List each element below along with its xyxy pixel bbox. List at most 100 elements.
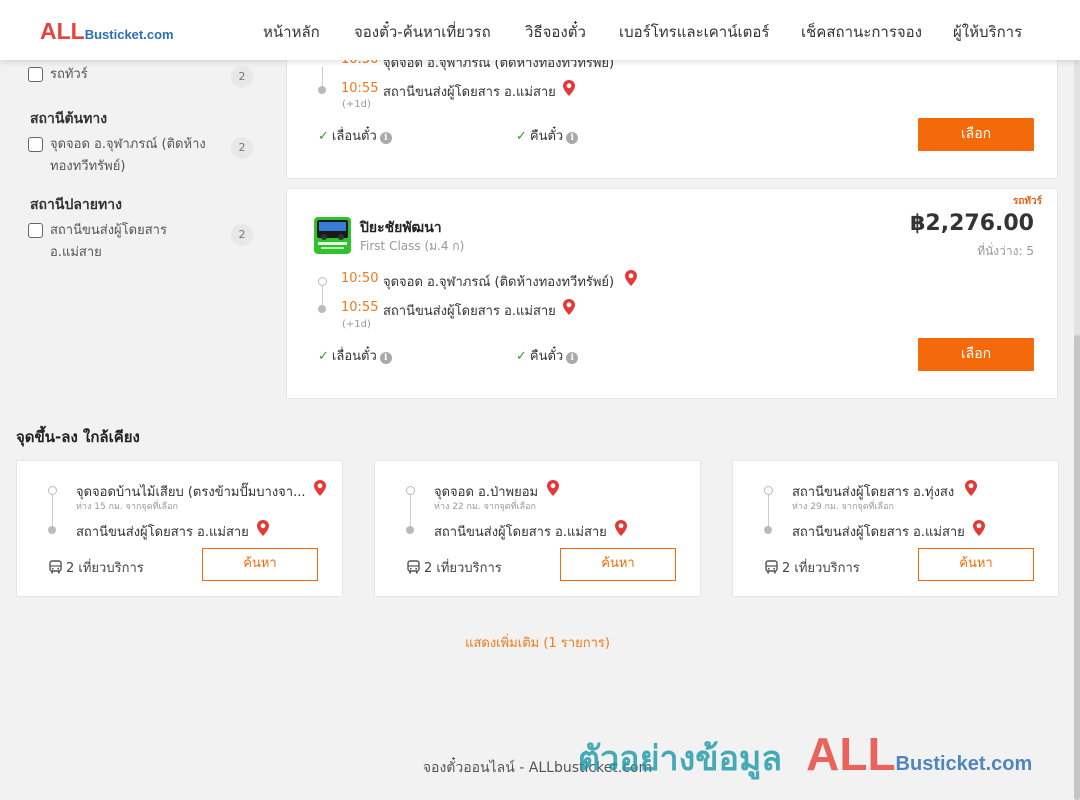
bus-type-badge: รถทัวร์	[1013, 196, 1043, 207]
postpone-label: เลื่อนตั๋ว	[331, 349, 377, 364]
nav-home[interactable]: หน้าหลัก	[263, 20, 320, 44]
nearby-to-stop: สถานีขนส่งผู้โดยสาร อ.แม่สาย	[434, 525, 607, 540]
route-line	[52, 495, 53, 527]
to-dot	[406, 526, 414, 534]
postpone-feature: ✓ เลื่อนตั๋ว i	[318, 345, 392, 366]
watermark-all: ALL	[806, 728, 896, 780]
bus-icon	[49, 560, 62, 574]
destination-filter-title: สถานีปลายทาง	[30, 197, 122, 213]
to-dot	[48, 526, 56, 534]
map-pin-icon[interactable]	[614, 519, 628, 537]
filter-label: จุดจอด อ.จุฬาภรณ์ (ติดห้างทองทวีทรัพย์)	[50, 137, 206, 174]
info-icon[interactable]: i	[566, 352, 579, 364]
info-icon[interactable]: i	[379, 132, 392, 144]
filter-count: 2	[231, 224, 253, 246]
arrive-dot	[318, 86, 326, 94]
refund-label: คืนตั๋ว	[529, 349, 564, 364]
trip-card: รถทัวร์ ปิยะชัยพัฒนา First Class (ม.4 ก)…	[286, 188, 1058, 399]
check-icon: ✓	[318, 129, 329, 144]
trip-card: 10:50 จุดจอด อ.จุฬาภรณ์ (ติดห้างทองทวีทร…	[286, 40, 1058, 179]
route-line	[322, 67, 323, 87]
operator-name: ปิยะชัยพัฒนา	[360, 220, 442, 236]
route-line	[768, 495, 769, 527]
map-pin-icon[interactable]	[562, 79, 576, 97]
watermark-thai: ตัวอย่างข้อมูล	[578, 739, 783, 779]
trip-count-label: 2 เที่ยวบริการ	[782, 561, 860, 576]
nearby-search-button[interactable]: ค้นหา	[918, 548, 1034, 581]
filter-count: 2	[231, 66, 253, 88]
from-dot	[406, 486, 415, 495]
refund-label: คืนตั๋ว	[529, 129, 564, 144]
arrive-stop: สถานีขนส่งผู้โดยสาร อ.แม่สาย	[383, 85, 556, 100]
nearby-trip-count: 2 เที่ยวบริการ	[407, 557, 502, 578]
refund-feature: ✓ คืนตั๋ว i	[516, 345, 579, 366]
trip-price: ฿2,276.00	[910, 211, 1034, 236]
seats-available: ที่นั่งว่าง: 5	[977, 244, 1034, 258]
map-pin-icon[interactable]	[624, 269, 638, 287]
filter-count: 2	[231, 137, 253, 159]
from-dot	[764, 486, 773, 495]
nearby-stop-card: สถานีขนส่งผู้โดยสาร อ.ทุ่งสง ห่าง 29 กม.…	[732, 460, 1059, 597]
depart-time: 10:50	[341, 271, 379, 286]
trip-count-label: 2 เที่ยวบริการ	[424, 561, 502, 576]
nearby-to-stop: สถานีขนส่งผู้โดยสาร อ.แม่สาย	[792, 525, 965, 540]
select-trip-button[interactable]: เลือก	[918, 118, 1034, 151]
origin-filter-title: สถานีต้นทาง	[30, 111, 108, 127]
arrive-time: 10:55	[341, 81, 379, 96]
top-navbar: ALLBusticket.com หน้าหลัก จองตั๋ว-ค้นหาเ…	[0, 0, 1080, 60]
nav-check-booking[interactable]: เช็คสถานะการจอง	[801, 20, 922, 44]
map-pin-icon[interactable]	[964, 479, 978, 497]
nearby-stop-card: จุดจอดบ้านไม้เสียบ (ตรงข้ามปั๊มบางจา... …	[16, 460, 343, 597]
logo-busticket-text: Busticket.com	[84, 27, 174, 42]
nav-how-to-book[interactable]: วิธีจองตั๋ว	[525, 20, 586, 44]
select-trip-button[interactable]: เลือก	[918, 338, 1034, 371]
map-pin-icon[interactable]	[562, 298, 576, 316]
check-icon: ✓	[516, 129, 527, 144]
route-line	[410, 495, 411, 527]
route-line	[322, 286, 323, 306]
filter-bus-type-tour[interactable]: รถทัวร์	[28, 64, 258, 88]
bus-icon	[407, 560, 420, 574]
map-pin-icon[interactable]	[972, 519, 986, 537]
map-pin-icon[interactable]	[256, 519, 270, 537]
map-pin-icon[interactable]	[546, 479, 560, 497]
filter-label: รถทัวร์	[50, 67, 88, 82]
nearby-distance: ห่าง 22 กม. จากจุดที่เลือก	[434, 502, 536, 512]
nav-operators[interactable]: ผู้ให้บริการ	[953, 20, 1022, 44]
trip-count-label: 2 เที่ยวบริการ	[66, 561, 144, 576]
operator-logo	[314, 217, 351, 254]
checkbox[interactable]	[28, 137, 43, 152]
checkbox[interactable]	[28, 67, 43, 82]
nav-phone-counters[interactable]: เบอร์โทรและเคาน์เตอร์	[619, 20, 769, 44]
info-icon[interactable]: i	[379, 352, 392, 364]
check-icon: ✓	[516, 349, 527, 364]
filter-label: สถานีขนส่งผู้โดยสาร อ.แม่สาย	[50, 223, 167, 260]
nearby-search-button[interactable]: ค้นหา	[202, 548, 318, 581]
arrive-stop: สถานีขนส่งผู้โดยสาร อ.แม่สาย	[383, 304, 556, 319]
show-more-link[interactable]: แสดงเพิ่มเติม (1 รายการ)	[0, 632, 1075, 653]
scrollbar-thumb[interactable]	[1074, 335, 1080, 800]
checkbox[interactable]	[28, 223, 43, 238]
day-offset: (+1d)	[342, 319, 371, 330]
filter-origin-chulaporn[interactable]: จุดจอด อ.จุฬาภรณ์ (ติดห้างทองทวีทรัพย์)	[28, 134, 258, 178]
nearby-to-stop: สถานีขนส่งผู้โดยสาร อ.แม่สาย	[76, 525, 249, 540]
nearby-search-button[interactable]: ค้นหา	[560, 548, 676, 581]
depart-dot	[318, 277, 327, 286]
postpone-label: เลื่อนตั๋ว	[331, 129, 377, 144]
info-icon[interactable]: i	[566, 132, 579, 144]
nearby-trip-count: 2 เที่ยวบริการ	[49, 557, 144, 578]
nav-book-search[interactable]: จองตั๋ว-ค้นหาเที่ยวรถ	[354, 20, 491, 44]
nearby-stop-card: จุดจอด อ.ป่าพยอม ห่าง 22 กม. จากจุดที่เล…	[374, 460, 701, 597]
bus-class: First Class (ม.4 ก)	[360, 239, 465, 253]
filter-destination-maesai[interactable]: สถานีขนส่งผู้โดยสาร อ.แม่สาย	[28, 220, 258, 264]
map-pin-icon[interactable]	[313, 479, 327, 497]
sample-data-watermark: ตัวอย่างข้อมูล ALLBusticket.com	[578, 727, 1032, 785]
site-logo[interactable]: ALLBusticket.com	[40, 18, 174, 45]
refund-feature: ✓ คืนตั๋ว i	[516, 125, 579, 146]
to-dot	[764, 526, 772, 534]
nearby-stops-title: จุดขึ้น-ลง ใกล้เคียง	[16, 428, 140, 446]
postpone-feature: ✓ เลื่อนตั๋ว i	[318, 125, 392, 146]
nearby-distance: ห่าง 15 กม. จากจุดที่เลือก	[76, 502, 178, 512]
depart-stop: จุดจอด อ.จุฬาภรณ์ (ติดห้างทองทวีทรัพย์)	[383, 275, 615, 290]
check-icon: ✓	[318, 349, 329, 364]
